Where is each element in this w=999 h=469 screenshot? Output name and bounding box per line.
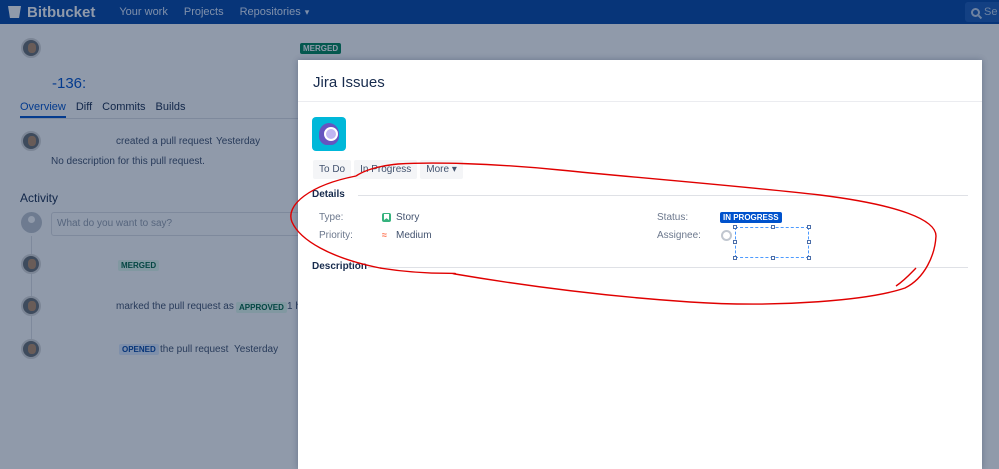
priority-label: Priority: bbox=[319, 230, 353, 241]
story-icon bbox=[382, 213, 391, 222]
in-progress-button[interactable]: In Progress bbox=[354, 160, 418, 179]
dialog-title: Jira Issues bbox=[298, 60, 982, 102]
more-button-label: More bbox=[426, 164, 450, 175]
workflow-buttons: To Do In Progress More ▾ bbox=[313, 160, 466, 179]
description-heading: Description bbox=[312, 261, 368, 272]
type-value-text: Story bbox=[396, 212, 420, 223]
assignee-label: Assignee: bbox=[657, 230, 701, 241]
resize-handle[interactable] bbox=[733, 256, 737, 260]
medium-priority-icon: ≈ bbox=[382, 230, 387, 240]
resize-handle[interactable] bbox=[771, 225, 775, 229]
details-heading: Details bbox=[312, 189, 345, 200]
jira-app-icon bbox=[312, 117, 346, 151]
priority-value: ≈ Medium bbox=[382, 230, 432, 241]
type-value: Story bbox=[382, 212, 419, 223]
resize-handle[interactable] bbox=[733, 240, 737, 244]
chevron-down-icon: ▾ bbox=[451, 164, 457, 175]
resize-handle[interactable] bbox=[771, 256, 775, 260]
resize-handle[interactable] bbox=[807, 256, 811, 260]
description-divider bbox=[368, 267, 968, 268]
to-do-button[interactable]: To Do bbox=[313, 160, 352, 179]
resize-handle[interactable] bbox=[807, 225, 811, 229]
priority-value-text: Medium bbox=[396, 230, 432, 241]
status-label: Status: bbox=[657, 212, 689, 223]
resize-handle[interactable] bbox=[733, 225, 737, 229]
more-button[interactable]: More ▾ bbox=[420, 160, 463, 179]
assignee-selection-box[interactable] bbox=[733, 225, 811, 260]
details-divider bbox=[358, 195, 968, 196]
resize-handle[interactable] bbox=[807, 240, 811, 244]
status-badge: IN PROGRESS bbox=[720, 212, 782, 223]
jira-issues-dialog: Jira Issues To Do In Progress More ▾ Det… bbox=[298, 60, 982, 469]
type-label: Type: bbox=[319, 212, 344, 223]
assignee-avatar bbox=[721, 230, 732, 241]
